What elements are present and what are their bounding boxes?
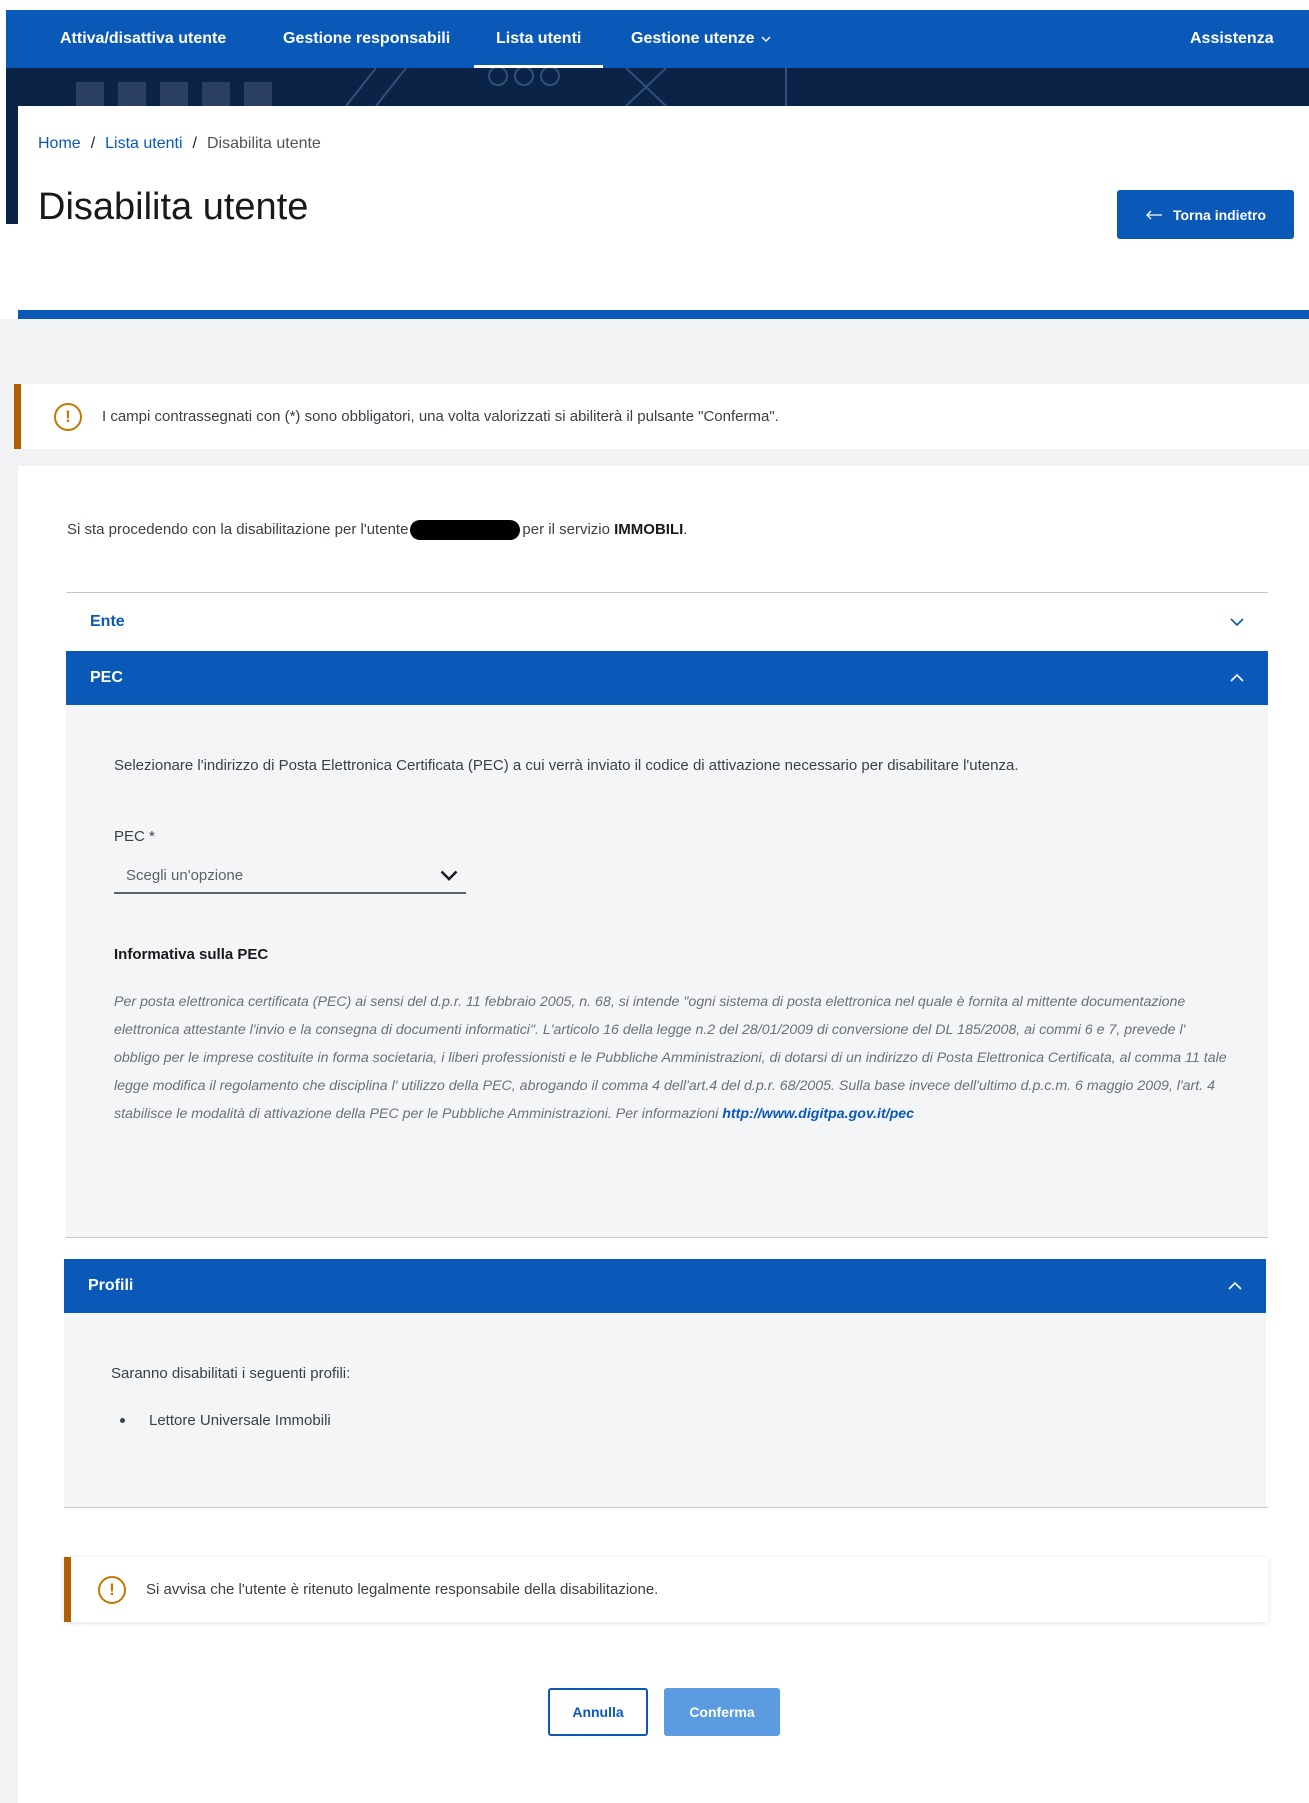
arrow-left-icon (1146, 210, 1162, 219)
accordion-pec-label: PEC (90, 669, 123, 686)
hero-pattern-image (76, 68, 787, 106)
page-title: Disabilita utente (38, 186, 309, 228)
pec-field-label: PEC * (114, 828, 155, 845)
required-fields-alert-text: I campi contrassegnati con (*) sono obbl… (102, 408, 779, 425)
intro-middle: per il servizio (522, 520, 610, 538)
pec-info-body: Per posta elettronica certificata (PEC) … (114, 994, 1227, 1122)
breadcrumb-lista-utenti-link[interactable]: Lista utenti (105, 135, 182, 152)
nav-item-gestione-utenze[interactable]: Gestione utenze (631, 10, 771, 68)
breadcrumb-current: Disabilita utente (206, 135, 321, 152)
accordion-pec-body (66, 705, 1268, 1237)
nav-item-label: Gestione utenze (631, 30, 755, 47)
nav-item-assistenza[interactable]: Assistenza (1190, 10, 1274, 68)
pec-select[interactable]: Scegli un'opzione (114, 858, 466, 894)
hero-banner (6, 68, 1309, 106)
breadcrumb: Home / Lista utenti / Disabilita utente (38, 135, 321, 153)
accordion-profili-body (64, 1313, 1266, 1507)
hero-side-edge (6, 106, 18, 224)
header-divider (18, 310, 1309, 319)
service-name: IMMOBILI (614, 520, 684, 538)
breadcrumb-home-link[interactable]: Home (38, 135, 81, 152)
chevron-down-icon (761, 36, 771, 42)
accordion-ente-label: Ente (90, 613, 125, 630)
pec-info-link[interactable]: http://www.digitpa.gov.it/pec (722, 1106, 914, 1122)
nav-item-gestione-responsabili[interactable]: Gestione responsabili (283, 10, 450, 68)
bullet-icon (120, 1418, 125, 1423)
accordion-divider (66, 1237, 1268, 1238)
nav-item-attiva-disattiva[interactable]: Attiva/disattiva utente (60, 10, 226, 68)
pec-description: Selezionare l'indirizzo di Posta Elettro… (114, 757, 1019, 774)
breadcrumb-separator: / (192, 135, 197, 152)
responsibility-alert-text: Si avvisa che l'utente è ritenuto legalm… (146, 1581, 659, 1598)
profili-description: Saranno disabilitati i seguenti profili: (111, 1365, 351, 1382)
accordion-profili-label: Profili (88, 1277, 134, 1294)
list-item: Lettore Universale Immobili (120, 1412, 331, 1429)
chevron-down-icon (1230, 618, 1244, 626)
required-fields-alert: ! I campi contrassegnati con (*) sono ob… (14, 384, 1309, 449)
intro-suffix: . (683, 520, 688, 538)
intro-text: Si sta procedendo con la disabilitazione… (67, 520, 687, 540)
pec-select-value: Scegli un'opzione (126, 866, 244, 884)
responsibility-alert: ! Si avvisa che l'utente è ritenuto lega… (64, 1557, 1268, 1622)
pec-info-title: Informativa sulla PEC (114, 946, 269, 963)
chevron-up-icon (1230, 674, 1244, 682)
back-button-label: Torna indietro (1172, 206, 1267, 223)
nav-item-lista-utenti[interactable]: Lista utenti (473, 10, 604, 68)
accordion-pec-header[interactable]: PEC (66, 651, 1268, 705)
cancel-button[interactable]: Annulla (548, 1688, 648, 1736)
warning-circle-icon: ! (98, 1575, 126, 1604)
warning-circle-icon: ! (54, 402, 82, 431)
chevron-up-icon (1228, 1282, 1242, 1290)
confirm-button[interactable]: Conferma (664, 1688, 780, 1736)
chevron-down-icon (440, 870, 458, 881)
back-button[interactable]: Torna indietro (1117, 190, 1294, 239)
intro-prefix: Si sta procedendo con la disabilitazione… (67, 520, 409, 538)
breadcrumb-separator: / (90, 135, 96, 152)
top-navigation: Attiva/disattiva utente Gestione respons… (6, 10, 1309, 68)
accordion-divider (64, 1507, 1268, 1508)
accordion-profili-header[interactable]: Profili (64, 1259, 1266, 1313)
redacted-username (410, 520, 521, 540)
accordion-ente-header[interactable]: Ente (66, 593, 1268, 651)
pec-info-text: Per posta elettronica certificata (PEC) … (114, 988, 1234, 1128)
profile-name: Lettore Universale Immobili (149, 1412, 331, 1429)
